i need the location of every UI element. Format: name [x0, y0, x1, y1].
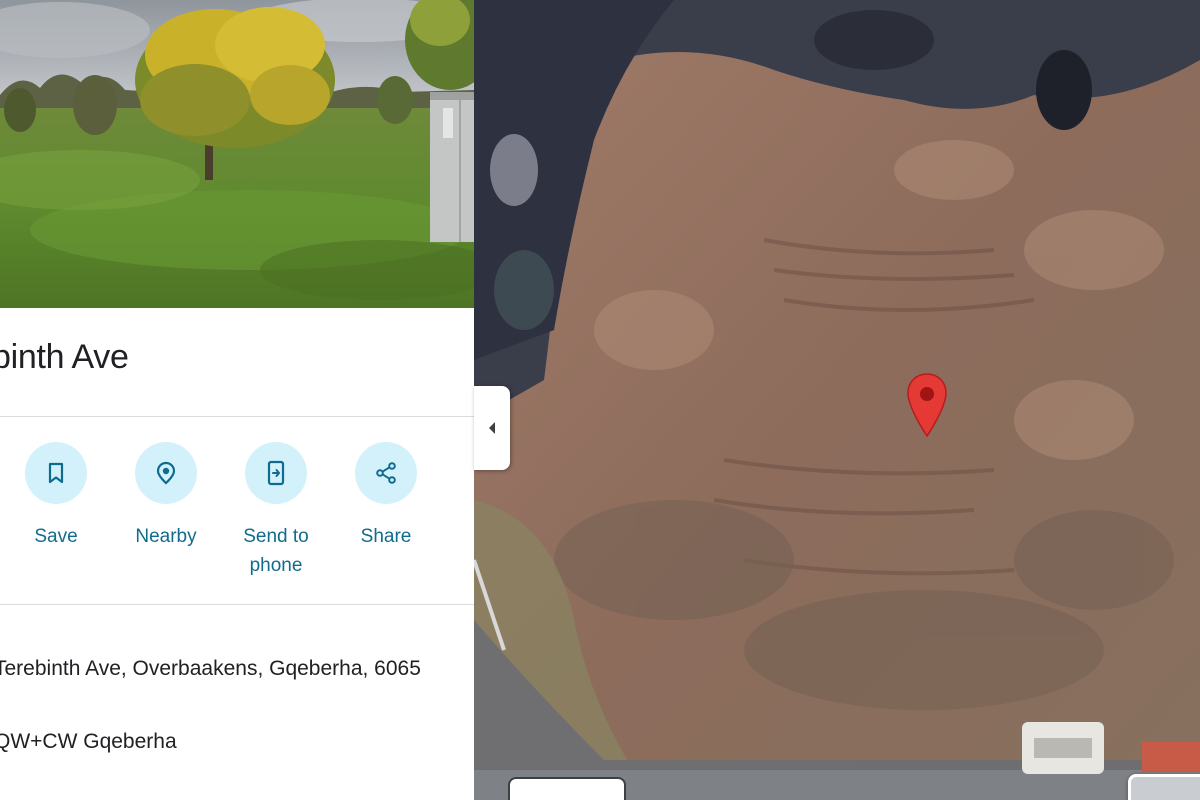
divider-bottom	[0, 604, 474, 605]
share-button[interactable]: Share	[336, 442, 436, 551]
share-label: Share	[360, 526, 412, 547]
collapse-panel-button[interactable]	[474, 386, 510, 470]
chevron-left-icon	[489, 422, 495, 434]
action-buttons: Save Nearby Send to phone Share	[0, 418, 474, 604]
plus-code-text[interactable]: QW+CW Gqeberha	[0, 730, 177, 754]
nearby-button[interactable]: Nearby	[116, 442, 216, 551]
save-label: Save	[34, 526, 78, 547]
send-to-phone-button[interactable]: Send to phone	[226, 442, 326, 580]
send-to-phone-icon	[245, 442, 307, 504]
map-control-button[interactable]	[508, 777, 626, 800]
nearby-icon	[135, 442, 197, 504]
place-panel: binth Ave Save Nearby Send to phone Shar…	[0, 0, 474, 800]
maps-app: binth Ave Save Nearby Send to phone Shar…	[0, 0, 1200, 800]
send-to-phone-label: Send to phone	[243, 526, 309, 576]
divider-top	[0, 416, 474, 417]
address-text[interactable]: Terebinth Ave, Overbaakens, Gqeberha, 60…	[0, 657, 421, 681]
place-title: binth Ave	[0, 338, 129, 376]
bookmark-icon	[25, 442, 87, 504]
map-pin-icon[interactable]	[906, 372, 948, 440]
satellite-map[interactable]	[474, 0, 1200, 800]
share-icon	[355, 442, 417, 504]
nearby-label: Nearby	[135, 526, 197, 547]
save-button[interactable]: Save	[6, 442, 106, 551]
place-photo[interactable]	[0, 0, 474, 308]
layers-toggle[interactable]	[1128, 774, 1200, 800]
